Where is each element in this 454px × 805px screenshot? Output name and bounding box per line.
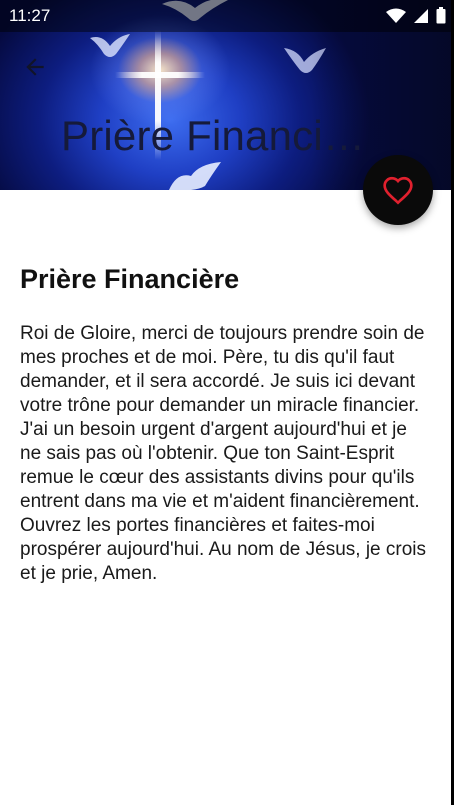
- heart-outline-icon: [383, 176, 413, 205]
- prayer-text: Roi de Gloire, merci de toujours prendre…: [20, 323, 427, 584]
- battery-icon: [436, 7, 446, 24]
- back-button[interactable]: [20, 52, 50, 82]
- dove-icon: [169, 162, 221, 190]
- wifi-icon: [386, 8, 406, 23]
- prayer-title: Prière Financière: [20, 264, 240, 294]
- dove-icon: [90, 34, 130, 57]
- arrow-left-icon: [26, 58, 44, 76]
- status-time: 11:27: [9, 6, 51, 25]
- cross-light-horizontal: [115, 72, 205, 78]
- status-icons: [386, 7, 446, 24]
- signal-icon: [414, 8, 428, 23]
- favorite-button[interactable]: [363, 155, 433, 225]
- toolbar-title: Prière Financiè...: [61, 112, 379, 159]
- prayer-content: Prière Financière Roi de Gloire, merci d…: [20, 264, 430, 586]
- app-screen: 11:27 Prière Financiè... Prière Financiè…: [0, 0, 454, 805]
- status-bar: 11:27: [0, 0, 454, 32]
